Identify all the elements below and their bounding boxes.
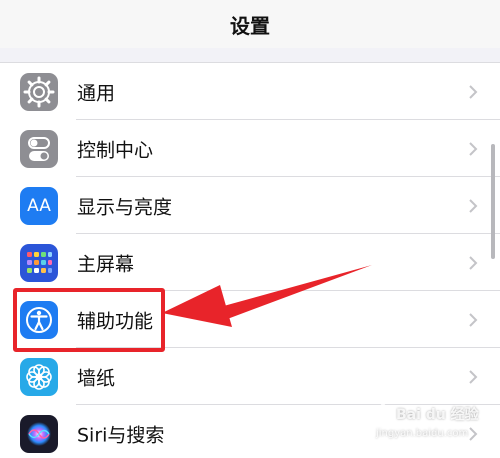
chevron-right-icon [469, 312, 478, 327]
paw-logo-icon [375, 403, 391, 421]
gear-icon [20, 73, 58, 111]
settings-item-label: 显示与亮度 [77, 196, 173, 218]
watermark-url: jingyan.baidu.com [376, 428, 469, 439]
watermark-brand: Bai du 经验 [396, 407, 479, 423]
settings-item-control-center[interactable]: 控制中心 [0, 120, 500, 177]
navigation-bar: 设置 [0, 0, 500, 48]
text-size-icon: AA [20, 187, 58, 225]
settings-item-display-brightness[interactable]: AA 显示与亮度 [0, 177, 500, 234]
baidu-jingyan-watermark: Bai du 经验 jingyan.baidu.com [372, 400, 492, 450]
scroll-indicator[interactable] [491, 144, 495, 259]
chevron-right-icon [469, 84, 478, 99]
flower-icon [20, 358, 58, 396]
text-size-glyph: AA [27, 196, 51, 216]
settings-item-label: 主屏幕 [77, 253, 135, 275]
chevron-right-icon [469, 255, 478, 270]
chevron-right-icon [469, 198, 478, 213]
toggles-icon [20, 130, 58, 168]
settings-item-general[interactable]: 通用 [0, 63, 500, 120]
annotation-highlight-box [13, 288, 165, 352]
siri-icon [20, 415, 58, 453]
settings-item-label: 控制中心 [77, 139, 154, 161]
settings-item-label: Siri与搜索 [77, 424, 165, 446]
chevron-right-icon [469, 141, 478, 156]
home-screen-grid-icon [20, 244, 58, 282]
settings-item-label: 通用 [77, 82, 116, 104]
settings-item-label: 墙纸 [77, 367, 116, 389]
page-title: 设置 [230, 13, 270, 38]
chevron-right-icon [469, 369, 478, 384]
settings-item-wallpaper[interactable]: 墙纸 [0, 348, 500, 405]
annotation-arrow-icon [162, 265, 372, 327]
